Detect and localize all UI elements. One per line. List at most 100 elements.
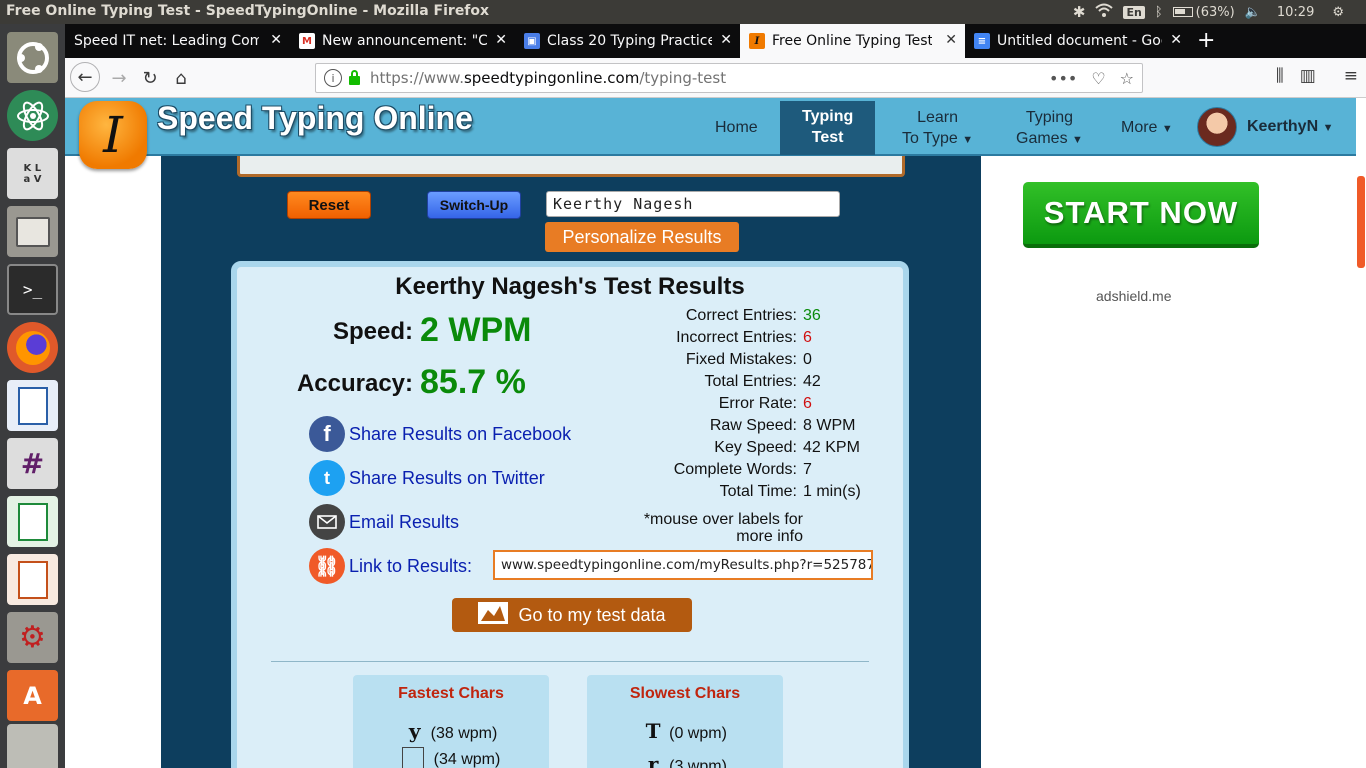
battery-icon[interactable] <box>1172 7 1193 17</box>
libreoffice-impress-icon[interactable] <box>7 554 58 605</box>
char-wpm: (0 wpm) <box>669 725 727 742</box>
keyboard-layout-indicator[interactable]: En <box>1123 5 1145 19</box>
system-settings-icon[interactable]: ⚙ <box>7 612 58 663</box>
user-menu[interactable]: KeerthyN ▼ <box>1247 118 1333 136</box>
tab-google-docs[interactable]: ≡ Untitled document - Goo ✕ <box>965 24 1190 58</box>
twitter-icon: t <box>309 460 345 496</box>
dropbox-icon[interactable]: ✱ <box>1073 3 1086 21</box>
link-to-results-label: ⛓ Link to Results: <box>309 548 472 584</box>
slowest-chars-title: Slowest Chars <box>629 685 741 702</box>
close-icon[interactable]: ✕ <box>1170 32 1182 48</box>
avatar[interactable] <box>1197 107 1237 147</box>
trash-icon[interactable] <box>7 724 58 768</box>
klavaro-icon[interactable]: K La V <box>7 148 58 199</box>
stat-label[interactable]: Fixed Mistakes: <box>686 351 797 369</box>
speed-label[interactable]: Speed: <box>323 318 413 346</box>
close-icon[interactable]: ✕ <box>270 32 282 48</box>
slack-icon[interactable]: # <box>7 438 58 489</box>
start-now-ad-button[interactable]: START NOW <box>1023 182 1259 248</box>
nav-home[interactable]: Home <box>715 117 758 138</box>
tab-typing-test[interactable]: I Free Online Typing Test - ✕ <box>740 24 965 58</box>
switch-up-button[interactable]: Switch-Up <box>427 191 521 219</box>
bookmark-star-icon[interactable]: ☆ <box>1120 69 1134 88</box>
nav-learn-to-type[interactable]: Learn To Type ▼ <box>902 107 973 151</box>
stat-value: 42 KPM <box>803 439 860 456</box>
close-icon[interactable]: ✕ <box>495 32 507 48</box>
typing-text-area[interactable] <box>237 156 905 177</box>
stat-label[interactable]: Incorrect Entries: <box>676 329 797 347</box>
facebook-icon: f <box>309 416 345 452</box>
nav-typing-games[interactable]: Typing Games ▼ <box>1016 107 1083 151</box>
tab-label: New announcement: "Cl <box>322 33 487 49</box>
firefox-icon[interactable] <box>7 322 58 373</box>
site-logo-text[interactable]: Speed Typing Online <box>157 100 473 137</box>
char-glyph: T <box>645 719 661 743</box>
tab-label: Free Online Typing Test - <box>772 33 932 49</box>
software-updater-icon[interactable]: A <box>7 670 58 721</box>
share-twitter-link[interactable]: t Share Results on Twitter <box>309 460 545 496</box>
stat-label[interactable]: Total Entries: <box>705 373 797 391</box>
libreoffice-writer-icon[interactable] <box>7 380 58 431</box>
site-logo-icon[interactable]: I <box>79 101 147 169</box>
dropdown-arrow-icon: ▼ <box>1322 122 1334 134</box>
home-icon[interactable]: ⌂ <box>167 64 195 92</box>
stat-label[interactable]: Correct Entries: <box>686 307 797 325</box>
forward-arrow-icon[interactable]: → <box>105 64 133 92</box>
libreoffice-calc-icon[interactable] <box>7 496 58 547</box>
library-icon[interactable]: ⫼ <box>1276 66 1284 86</box>
stat-label[interactable]: Raw Speed: <box>710 417 797 435</box>
reset-button[interactable]: Reset <box>287 191 371 219</box>
fastest-chars-title: Fastest Chars <box>398 685 504 702</box>
hamburger-menu-icon[interactable]: ≡ <box>1344 66 1358 86</box>
settings-gear-icon[interactable]: ⚙ <box>1332 5 1344 20</box>
new-tab-plus-icon[interactable]: + <box>1197 28 1215 53</box>
results-link-field[interactable]: www.speedtypingonline.com/myResults.php?… <box>493 550 873 580</box>
stat-label[interactable]: Error Rate: <box>719 395 797 413</box>
clock[interactable]: 10:29 <box>1277 5 1314 20</box>
sto-icon: I <box>749 33 765 49</box>
stat-label[interactable]: Total Time: <box>720 483 797 501</box>
atom-editor-icon[interactable] <box>7 90 58 141</box>
stat-label[interactable]: Key Speed: <box>714 439 797 457</box>
share-facebook-link[interactable]: f Share Results on Facebook <box>309 416 571 452</box>
tab-classroom[interactable]: ▣ Class 20 Typing Practice ✕ <box>515 24 740 58</box>
reload-icon[interactable]: ↻ <box>136 64 164 92</box>
wifi-icon[interactable] <box>1095 3 1114 21</box>
nav-more[interactable]: More ▼ <box>1121 117 1173 140</box>
close-icon[interactable]: ✕ <box>945 32 957 48</box>
close-icon[interactable]: ✕ <box>720 32 732 48</box>
volume-icon[interactable]: 🔈 <box>1245 5 1261 20</box>
email-results-link[interactable]: Email Results <box>309 504 459 540</box>
go-to-test-data-button[interactable]: Go to my test data <box>452 598 692 632</box>
slowest-chars-box: Slowest Chars T (0 wpm) r (3 wpm) <box>587 675 783 768</box>
stat-label[interactable]: Complete Words: <box>674 461 797 479</box>
tab-gmail[interactable]: M New announcement: "Cl ✕ <box>290 24 515 58</box>
accuracy-label[interactable]: Accuracy: <box>283 370 413 398</box>
gmail-icon: M <box>299 33 315 49</box>
page-actions-icon[interactable]: ••• <box>1049 69 1077 88</box>
sidebar-icon[interactable]: ▥ <box>1300 66 1316 86</box>
ubuntu-dash-icon[interactable] <box>7 32 58 83</box>
dropdown-arrow-icon: ▼ <box>1072 134 1083 146</box>
url-bar[interactable]: i https://www.speedtypingonline.com/typi… <box>315 63 1143 93</box>
stat-value: 0 <box>803 351 812 368</box>
files-icon[interactable] <box>7 206 58 257</box>
name-input[interactable]: Keerthy Nagesh <box>546 191 840 217</box>
ad-source-label[interactable]: adshield.me <box>1096 288 1172 304</box>
tab-speedit[interactable]: Speed IT net: Leading Comp ✕ <box>65 24 290 58</box>
browser-tab-strip: Speed IT net: Leading Comp ✕ M New annou… <box>65 24 1366 58</box>
stat-value: 8 WPM <box>803 417 856 434</box>
char-row: y (38 wpm) <box>353 719 549 743</box>
pocket-icon[interactable]: ♡ <box>1091 69 1105 88</box>
stat-row: Total Time: 1 min(s) <box>617 483 877 505</box>
bluetooth-icon[interactable]: ᛒ <box>1155 5 1163 20</box>
terminal-icon[interactable]: >_ <box>7 264 58 315</box>
nav-typing-test[interactable]: Typing Test <box>780 101 876 155</box>
site-info-icon[interactable]: i <box>324 69 342 87</box>
speed-value: 2 WPM <box>420 311 532 349</box>
stat-row: Total Entries: 42 <box>617 373 877 395</box>
personalize-results-button[interactable]: Personalize Results <box>545 222 739 252</box>
page-scrollbar[interactable] <box>1356 98 1366 768</box>
back-arrow-icon[interactable]: ← <box>70 62 100 92</box>
scrollbar-thumb[interactable] <box>1357 176 1365 268</box>
